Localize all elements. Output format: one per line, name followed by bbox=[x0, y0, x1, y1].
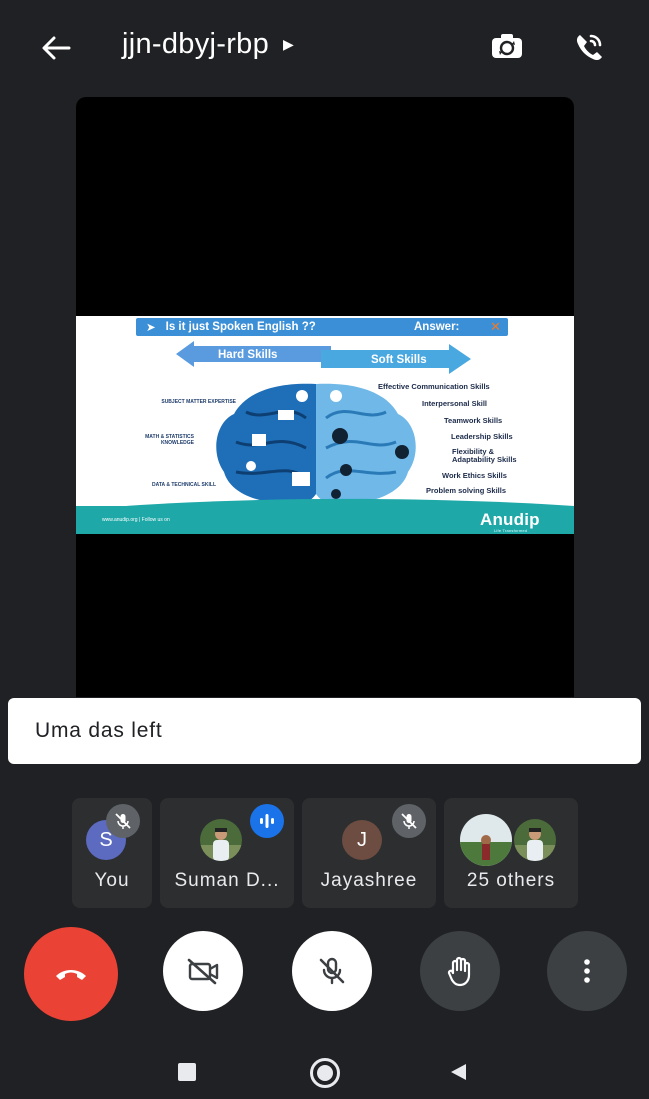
phone-speaker-icon bbox=[576, 34, 602, 61]
top-bar: jjn-dbyj-rbp ▶ bbox=[0, 0, 649, 92]
mic-off-badge bbox=[392, 804, 426, 838]
home-circle-inner bbox=[317, 1065, 333, 1081]
mic-off-icon bbox=[401, 813, 417, 829]
hard-skills-label: Hard Skills bbox=[218, 349, 277, 361]
answer-x-mark: ✕ bbox=[490, 319, 501, 334]
soft-skills-label: Soft Skills bbox=[371, 354, 427, 366]
slide-title-bar: ➤ Is it just Spoken English ?? Answer: ✕ bbox=[136, 318, 508, 336]
avatar-photo bbox=[460, 814, 512, 866]
caret-right-icon: ▶ bbox=[283, 36, 295, 52]
mic-off-badge bbox=[106, 804, 140, 838]
end-call-icon bbox=[56, 970, 86, 980]
participant-name: Suman D... bbox=[174, 870, 280, 891]
camera-off-icon bbox=[187, 958, 219, 985]
soft-skill-7: Problem solving Skills bbox=[426, 486, 507, 495]
recents-square-icon[interactable] bbox=[178, 1063, 196, 1081]
bullet-arrow-icon: ➤ bbox=[146, 322, 156, 334]
raise-hand-icon bbox=[447, 956, 471, 987]
slide-footer: www.anudip.org | Follow us on Anudip Lif… bbox=[76, 498, 574, 534]
answer-label: Answer: bbox=[414, 321, 460, 333]
avatar: J bbox=[342, 820, 382, 860]
mic-off-icon bbox=[319, 957, 345, 985]
participant-name: 25 others bbox=[466, 870, 556, 891]
notification-toast: Uma das left bbox=[8, 698, 641, 764]
meeting-title[interactable]: jjn-dbyj-rbp ▶ bbox=[122, 28, 294, 61]
soft-skill-2: Interpersonal Skill bbox=[422, 399, 488, 408]
shared-slide: ➤ Is it just Spoken English ?? Answer: ✕… bbox=[76, 316, 574, 534]
soft-skill-6: Work Ethics Skills bbox=[442, 471, 507, 480]
switch-camera-icon bbox=[492, 34, 522, 58]
participant-name: You bbox=[94, 870, 130, 891]
toast-message: Uma das left bbox=[35, 719, 163, 742]
mic-toggle-button[interactable] bbox=[292, 931, 372, 1011]
footer-text: www.anudip.org | Follow us on bbox=[102, 517, 170, 523]
switch-camera-button[interactable] bbox=[484, 24, 530, 70]
arrow-left-icon bbox=[42, 36, 71, 60]
soft-skill-4: Leadership Skills bbox=[451, 432, 513, 441]
more-options-button[interactable] bbox=[547, 931, 627, 1011]
mic-off-icon bbox=[115, 813, 131, 829]
avatar-photo bbox=[200, 819, 242, 861]
back-button[interactable] bbox=[34, 26, 78, 70]
presentation-tile[interactable]: ➤ Is it just Spoken English ?? Answer: ✕… bbox=[76, 97, 574, 697]
speaking-badge bbox=[250, 804, 284, 838]
hard-skill-3: DATA & TECHNICAL SKILL bbox=[152, 482, 216, 488]
more-vert-icon bbox=[584, 959, 590, 983]
logo-subtext: Life Transformed bbox=[494, 528, 528, 533]
slide-title: Is it just Spoken English ?? bbox=[165, 321, 316, 333]
logo-text: Anudip bbox=[480, 510, 540, 529]
hard-skill-2: MATH & STATISTICS KNOWLEDGE bbox=[145, 434, 194, 446]
participant-tile-jayashree[interactable]: J Jayashree bbox=[302, 798, 436, 908]
home-circle-icon[interactable] bbox=[310, 1058, 340, 1088]
participant-tile-suman[interactable]: Suman D... bbox=[160, 798, 294, 908]
avatar-photo bbox=[514, 819, 556, 861]
raise-hand-button[interactable] bbox=[420, 931, 500, 1011]
meeting-code: jjn-dbyj-rbp bbox=[122, 28, 270, 60]
soft-skill-5: Flexibility & Adaptability Skills bbox=[452, 447, 517, 464]
camera-toggle-button[interactable] bbox=[163, 931, 243, 1011]
participant-tile-you[interactable]: S You bbox=[72, 798, 152, 908]
brain-illustration bbox=[216, 383, 416, 503]
hard-skills-arrow: Hard Skills bbox=[176, 341, 331, 367]
anudip-logo: Anudip Life Transformed bbox=[480, 510, 540, 533]
soft-skills-arrow: Soft Skills bbox=[321, 344, 471, 374]
soft-skill-3: Teamwork Skills bbox=[444, 416, 503, 425]
end-call-button[interactable] bbox=[24, 927, 118, 1021]
audio-output-button[interactable] bbox=[566, 24, 612, 70]
participant-tile-others[interactable]: 25 others bbox=[444, 798, 578, 908]
back-triangle-icon[interactable] bbox=[448, 1062, 468, 1082]
footer-curve bbox=[76, 498, 574, 510]
participant-name: Jayashree bbox=[320, 870, 418, 891]
audio-level-icon bbox=[260, 814, 274, 828]
soft-skill-1: Effective Communication Skills bbox=[378, 382, 490, 391]
